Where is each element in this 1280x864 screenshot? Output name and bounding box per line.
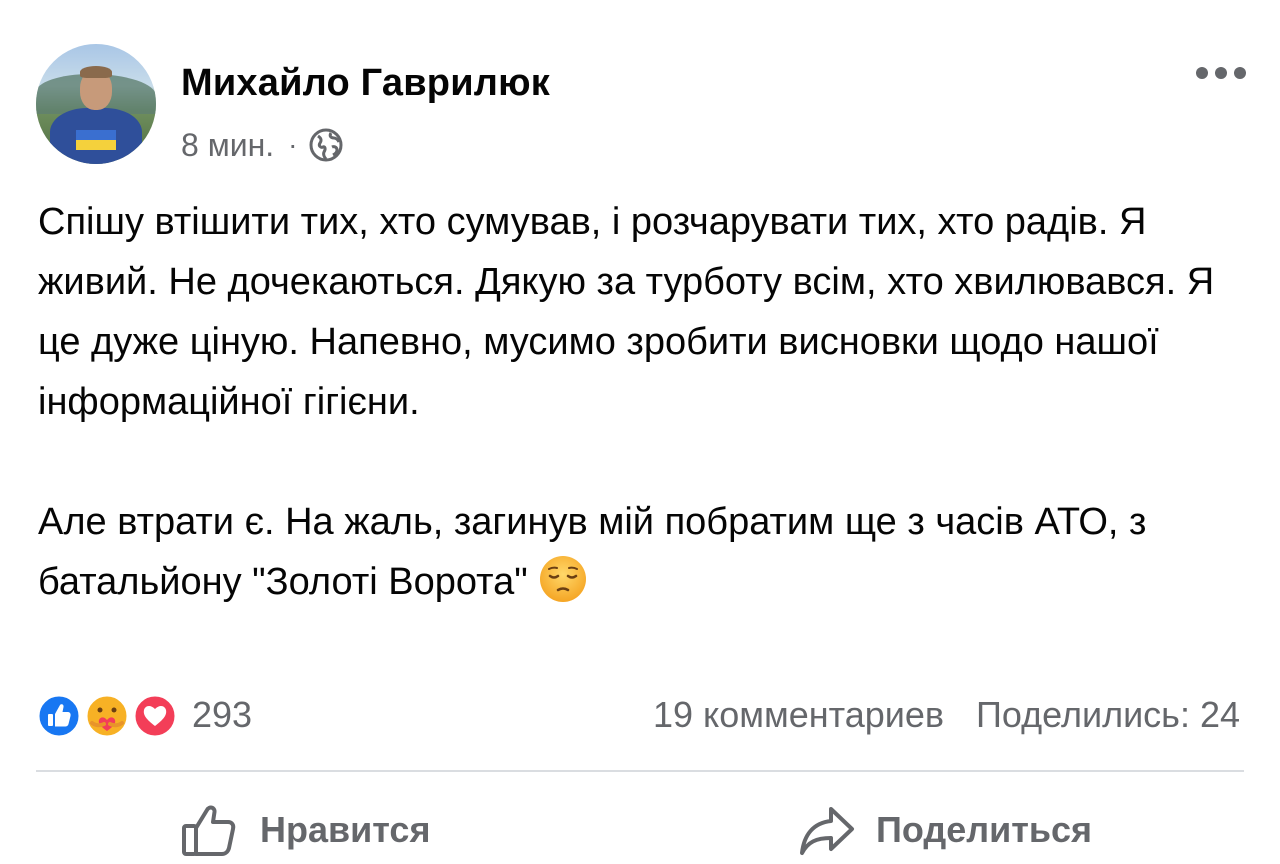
post-time[interactable]: 8 мин.	[181, 127, 274, 164]
like-icon	[36, 693, 82, 739]
like-label: Нравится	[260, 809, 431, 850]
author-name[interactable]: Михайло Гаврилюк	[181, 62, 550, 105]
post-paragraph-1: Спішу втішити тих, хто сумував, і розчар…	[38, 201, 1215, 423]
share-button[interactable]: Поделиться	[798, 796, 1092, 864]
dot-1	[1196, 67, 1208, 79]
share-label: Поделиться	[876, 809, 1093, 850]
author-avatar[interactable]	[36, 44, 156, 164]
thumbs-up-icon	[182, 805, 236, 856]
post-meta: 8 мин. ·	[181, 124, 343, 166]
share-arrow-icon	[800, 807, 854, 855]
post-actions: Нравится Поделиться	[0, 796, 1280, 864]
reaction-count: 293	[192, 694, 253, 735]
post-stats: 19 комментариев Поделились: 24	[653, 694, 1240, 736]
like-button[interactable]: Нравится	[180, 796, 430, 864]
shares-count[interactable]: Поделились: 24	[976, 694, 1240, 736]
love-icon	[132, 693, 178, 739]
facebook-post: Михайло Гаврилюк 8 мин. · Спішу втішити …	[0, 0, 1280, 864]
care-icon	[84, 693, 130, 739]
post-text: Спішу втішити тих, хто сумував, і розчар…	[38, 192, 1248, 612]
reaction-icons	[36, 689, 184, 741]
avatar-hair	[80, 66, 112, 78]
comments-count[interactable]: 19 комментариев	[653, 694, 944, 736]
post-paragraph-2: Але втрати є. На жаль, загинув мій побра…	[38, 492, 1248, 612]
pensive-face-emoji	[539, 556, 586, 602]
dot-2	[1215, 67, 1227, 79]
dot-3	[1234, 67, 1246, 79]
divider	[36, 770, 1244, 772]
meta-separator: ·	[288, 129, 298, 160]
more-dots-icon[interactable]	[1196, 62, 1246, 84]
avatar-flag-blue	[76, 130, 116, 140]
post-paragraph-2-text: Але втрати є. На жаль, загинув мій побра…	[38, 501, 1147, 603]
globe-icon[interactable]	[309, 128, 343, 162]
reactions-summary[interactable]: 293	[36, 688, 252, 742]
avatar-flag-yellow	[76, 140, 116, 150]
